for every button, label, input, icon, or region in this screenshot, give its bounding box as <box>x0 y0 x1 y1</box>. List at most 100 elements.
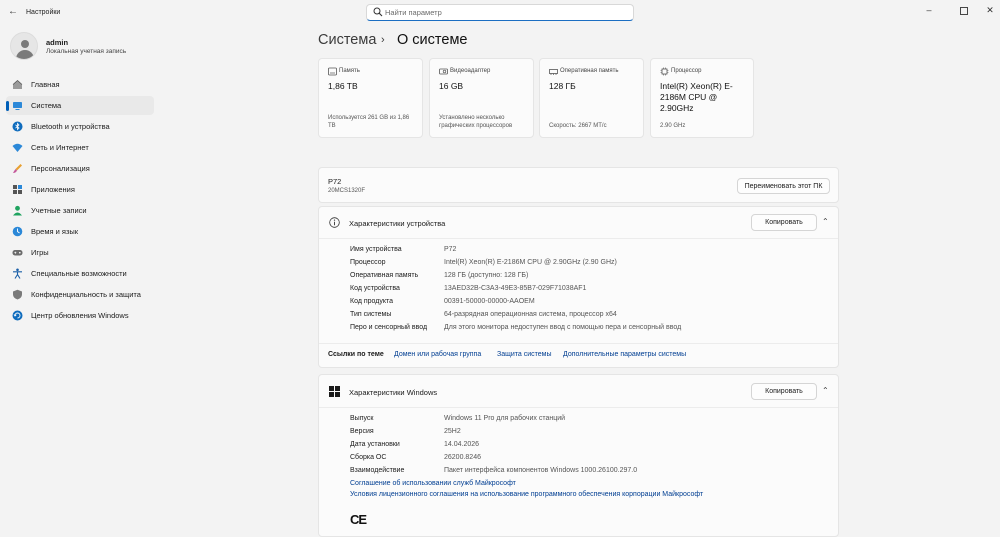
tile-cpu[interactable]: Процессор Intel(R) Xeon(R) E-2186M CPU @… <box>650 58 754 138</box>
sidebar-item-network[interactable]: Сеть и Интернет <box>6 138 154 157</box>
device-specs-title: Характеристики устройства <box>349 219 446 228</box>
tile-label: Память <box>339 68 360 74</box>
sidebar-item-label: Сеть и Интернет <box>31 143 89 152</box>
spec-value: 13AED32B-C3A3-49E3-85B7-029F71038AF1 <box>444 285 587 292</box>
spec-row: Перо и сенсорный ввод Для этого монитора … <box>350 324 830 335</box>
accessibility-icon <box>13 268 22 279</box>
divider <box>319 343 838 344</box>
tile-value: 1,86 TB <box>328 81 358 91</box>
spec-row: Дата установки 14.04.2026 <box>350 441 830 452</box>
spec-value: P72 <box>444 246 457 253</box>
spec-key: Сборка ОС <box>350 454 387 461</box>
copy-device-specs-button[interactable]: Копировать <box>751 214 817 231</box>
sidebar-item-label: Центр обновления Windows <box>31 311 129 320</box>
sidebar-item-personalization[interactable]: Персонализация <box>6 159 154 178</box>
link-domain-workgroup[interactable]: Домен или рабочая группа <box>394 351 481 358</box>
gpu-icon <box>439 68 448 75</box>
tile-gpu[interactable]: Видеоадаптер 16 GB Установлено несколько… <box>429 58 534 138</box>
close-icon[interactable]: ✕ <box>983 5 997 16</box>
tile-value: Intel(R) Xeon(R) E-2186M CPU @ 2.90GHz <box>660 81 733 113</box>
spec-value: Пакет интерфейса компонентов Windows 100… <box>444 467 638 474</box>
spec-value: 00391-50000-00000-AAOEM <box>444 298 535 305</box>
tile-subtext: Используется 261 GB из 1,86 TB <box>328 115 410 129</box>
title-bar: ← Настройки – ✕ <box>0 0 1000 26</box>
sidebar-item-label: Учетные записи <box>31 206 87 215</box>
storage-icon <box>328 67 337 76</box>
sidebar-item-home[interactable]: Главная <box>6 75 154 94</box>
spec-key: Версия <box>350 428 374 435</box>
sidebar-item-label: Специальные возможности <box>31 269 127 278</box>
search-input[interactable] <box>385 6 625 19</box>
sidebar-item-accounts[interactable]: Учетные записи <box>6 201 154 220</box>
spec-row: Оперативная память 128 ГБ (доступно: 128 … <box>350 272 830 283</box>
pc-name: P72 <box>328 177 342 186</box>
page-title: О системе <box>397 32 468 48</box>
tile-subtext: 2.90 GHz <box>660 123 686 129</box>
spec-row: Выпуск Windows 11 Pro для рабочих станций <box>350 415 830 426</box>
spec-key: Дата установки <box>350 441 400 448</box>
spec-key: Оперативная память <box>350 272 419 279</box>
tile-storage[interactable]: Память 1,86 TB Используется 261 GB из 1,… <box>318 58 423 138</box>
sidebar-item-windows-update[interactable]: Центр обновления Windows <box>6 306 154 325</box>
sidebar-item-time-language[interactable]: Время и язык <box>6 222 154 241</box>
system-icon <box>13 102 22 110</box>
personalization-icon <box>13 164 22 173</box>
collapse-windows-specs-chevron-icon[interactable]: ⌃ <box>822 386 829 395</box>
tile-subtext: Установлено несколько графических процес… <box>439 115 513 129</box>
spec-row: Версия 25H2 <box>350 428 830 439</box>
privacy-shield-icon <box>13 289 22 300</box>
tile-label: Процессор <box>671 68 702 74</box>
sidebar-item-label: Bluetooth и устройства <box>31 122 110 131</box>
breadcrumb-parent[interactable]: Система <box>318 32 376 48</box>
sidebar-item-apps[interactable]: Приложения <box>6 180 154 199</box>
tile-ram[interactable]: Оперативная память 128 ГБ Скорость: 2667… <box>539 58 644 138</box>
pc-model: 20MCS1320F <box>328 188 366 194</box>
spec-row: Код продукта 00391-50000-00000-AAOEM <box>350 298 830 309</box>
maximize-icon[interactable] <box>960 7 968 15</box>
avatar[interactable] <box>10 32 38 60</box>
link-system-protection[interactable]: Защита системы <box>497 351 552 358</box>
related-links-label: Ссылки по теме <box>328 351 384 358</box>
spec-row: Процессор Intel(R) Xeon(R) E-2186M CPU @ … <box>350 259 830 270</box>
sidebar-item-label: Конфиденциальность и защита <box>31 290 141 299</box>
accounts-icon <box>13 205 22 216</box>
sidebar-item-gaming[interactable]: Игры <box>6 243 154 262</box>
spec-value: 14.04.2026 <box>444 441 480 448</box>
sidebar-item-accessibility[interactable]: Специальные возможности <box>6 264 154 283</box>
sidebar-item-label: Персонализация <box>31 164 90 173</box>
search-box[interactable] <box>366 4 634 21</box>
link-microsoft-services-agreement[interactable]: Соглашение об использовании служб Майкро… <box>350 480 516 487</box>
apps-icon <box>13 185 22 194</box>
sidebar-item-label: Система <box>31 101 62 110</box>
sidebar-item-label: Приложения <box>31 185 75 194</box>
ce-mark: CE <box>350 512 367 527</box>
sidebar-item-system[interactable]: Система <box>6 96 154 115</box>
spec-key: Процессор <box>350 259 386 266</box>
sidebar-item-privacy[interactable]: Конфиденциальность и защита <box>6 285 154 304</box>
breadcrumb-separator: › <box>381 34 385 46</box>
copy-windows-specs-button[interactable]: Копировать <box>751 383 817 400</box>
active-indicator <box>6 101 9 111</box>
sidebar-item-label: Время и язык <box>31 227 79 236</box>
spec-key: Код устройства <box>350 285 400 292</box>
link-microsoft-license-terms[interactable]: Условия лицензионного соглашения на испо… <box>350 491 703 498</box>
tile-subtext: Скорость: 2667 MT/c <box>549 123 607 129</box>
user-name: admin <box>46 38 69 47</box>
back-arrow-icon[interactable]: ← <box>8 6 18 17</box>
minimize-icon[interactable]: – <box>922 5 936 15</box>
spec-row: Имя устройства P72 <box>350 246 830 257</box>
sidebar-item-bluetooth[interactable]: Bluetooth и устройства <box>6 117 154 136</box>
windows-specs-list: Выпуск Windows 11 Pro для рабочих станций… <box>350 415 830 479</box>
spec-row: Взаимодействие Пакет интерфейса компонент… <box>350 467 830 478</box>
rename-pc-button[interactable]: Переименовать этот ПК <box>737 178 830 194</box>
account-type: Локальная учетная запись <box>46 48 127 55</box>
ram-icon <box>549 69 558 75</box>
app-title: Настройки <box>26 9 61 16</box>
spec-key: Взаимодействие <box>350 467 405 474</box>
bluetooth-icon <box>12 121 23 132</box>
collapse-device-specs-chevron-icon[interactable]: ⌃ <box>822 217 829 226</box>
time-language-icon <box>12 226 23 237</box>
info-icon <box>329 217 340 228</box>
tile-label: Оперативная память <box>560 68 619 74</box>
link-advanced-system-settings[interactable]: Дополнительные параметры системы <box>563 351 686 358</box>
